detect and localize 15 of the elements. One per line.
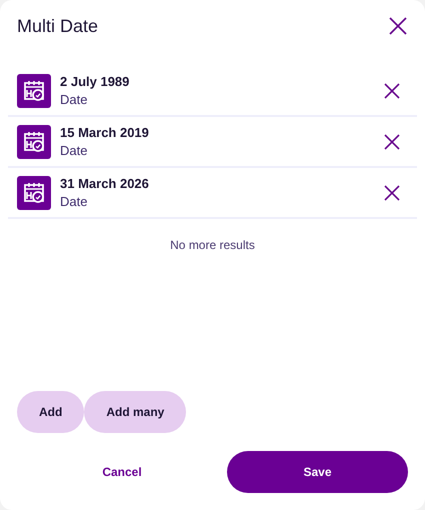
save-button[interactable]: Save xyxy=(227,451,408,493)
add-button[interactable]: Add many xyxy=(84,391,186,433)
field-type-label: Date xyxy=(60,92,88,107)
cancel-button[interactable]: Cancel xyxy=(17,451,227,493)
field-type-label: Date xyxy=(60,194,88,209)
calendar-icon xyxy=(17,176,51,210)
date-value: 2 July 1989 xyxy=(60,74,130,89)
calendar-icon xyxy=(17,124,51,158)
no-more-results-text: No more results xyxy=(170,238,255,252)
dialog-title: Multi Date xyxy=(17,16,98,36)
field-type-label: Date xyxy=(60,143,88,158)
add-button[interactable]: Add xyxy=(17,391,84,433)
date-value: 15 March 2019 xyxy=(60,125,150,140)
calendar-icon xyxy=(17,74,51,108)
date-value: 31 March 2026 xyxy=(60,176,150,191)
